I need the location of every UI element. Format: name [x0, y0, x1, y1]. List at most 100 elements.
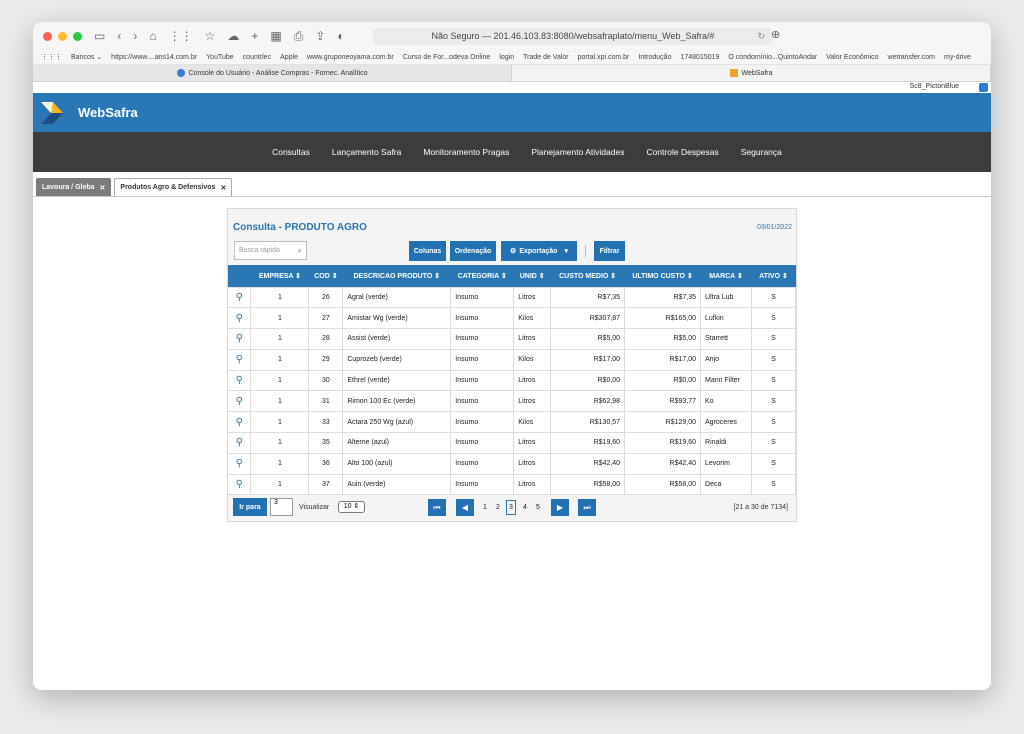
- nav-item-planejamento-atividades[interactable]: Planejamento Atividades: [531, 147, 624, 157]
- nav-item-seguranca[interactable]: Segurança: [741, 147, 782, 157]
- table-row[interactable]: ⚲ 1 33 Actara 250 Wg (azul) Insumo Kilos R$130…: [228, 411, 797, 434]
- sidebar-icon[interactable]: ▭: [94, 29, 105, 43]
- filtrar-button[interactable]: Filtrar: [594, 241, 625, 261]
- close-window-button[interactable]: [43, 31, 52, 41]
- bookmark-item[interactable]: O condomínio...QuintoAndar: [728, 54, 817, 61]
- bookmark-item[interactable]: portal.xpi.com.br: [578, 54, 630, 61]
- skin-selector-icon[interactable]: [979, 83, 988, 92]
- nav-item-lancamento-safra[interactable]: Lançamento Safra: [332, 147, 401, 157]
- share-icon[interactable]: ⇪: [315, 29, 325, 43]
- table-row[interactable]: ⚲ 1 27 Amistar Wg (verde) Insumo Kilos R$307,8…: [228, 307, 797, 330]
- page-1[interactable]: 1: [483, 504, 487, 511]
- cell-ultimo-custo: R$129,00: [624, 411, 702, 434]
- bookmark-item[interactable]: Apple: [280, 54, 298, 61]
- shield-icon[interactable]: ◐: [337, 29, 344, 43]
- nav-item-consultas[interactable]: Consultas: [272, 147, 310, 157]
- back-icon[interactable]: ‹: [117, 29, 121, 43]
- bookmark-item[interactable]: countrlec: [243, 54, 271, 61]
- bookmark-item[interactable]: wetransfer.com: [888, 54, 935, 61]
- view-record-icon[interactable]: ⚲: [228, 411, 252, 434]
- header-empresa[interactable]: EMPRESA ⇕: [251, 265, 309, 287]
- nav-item-monitoramento-pragas[interactable]: Monitoramento Pragas: [423, 147, 509, 157]
- table-row[interactable]: ⚲ 1 37 Auin (verde) Insumo Litros R$58,00 R$58,…: [228, 473, 797, 496]
- view-record-icon[interactable]: ⚲: [228, 452, 252, 475]
- nav-item-controle-despesas[interactable]: Controle Despesas: [646, 147, 718, 157]
- last-page-icon[interactable]: ⏭: [578, 499, 596, 516]
- next-page-icon[interactable]: ▶: [551, 499, 569, 516]
- bookmark-item[interactable]: my-drive: [944, 54, 971, 61]
- app-tab-lavoura[interactable]: Lavoura / Gleba ✕: [36, 178, 112, 196]
- tab-overview-icon[interactable]: ▦: [270, 29, 281, 43]
- close-icon[interactable]: ✕: [220, 184, 226, 192]
- table-row[interactable]: ⚲ 1 31 Rimon 100 Ec (verde) Insumo Litros R$62…: [228, 390, 797, 413]
- bookmark-item[interactable]: login: [499, 54, 514, 61]
- address-text: Não Seguro — 201.46.103.83:8080/websafra…: [431, 31, 715, 41]
- page-size-select[interactable]: 10 ⇕: [338, 501, 365, 513]
- bookmark-item[interactable]: Curso de For...odeva Online: [403, 54, 491, 61]
- close-icon[interactable]: ✕: [100, 184, 106, 192]
- bookmark-item[interactable]: https://www....ans14.com.br: [111, 54, 197, 61]
- page-5[interactable]: 5: [536, 504, 540, 511]
- colunas-button[interactable]: Colunas: [409, 241, 446, 261]
- zoom-window-button[interactable]: [73, 31, 82, 41]
- search-input[interactable]: Busca rápida ⌕: [234, 241, 307, 260]
- view-record-icon[interactable]: ⚲: [228, 390, 252, 413]
- forward-icon[interactable]: ›: [133, 29, 137, 43]
- star-icon[interactable]: ☆: [205, 29, 216, 43]
- reload-icon[interactable]: ↻: [757, 28, 765, 45]
- table-row[interactable]: ⚲ 1 29 Cuprozeb (verde) Insumo Kilos R$17,00 R$…: [228, 348, 797, 371]
- table-row[interactable]: ⚲ 1 28 Assist (verde) Insumo Litros R$5,00 R$5,…: [228, 328, 797, 350]
- home-icon[interactable]: ⌂: [149, 29, 156, 43]
- new-tab-icon[interactable]: +: [251, 29, 258, 43]
- download-icon[interactable]: ⊕: [771, 28, 780, 41]
- apps-icon[interactable]: ⋮⋮⋮: [41, 53, 62, 61]
- header-unid[interactable]: UNID ⇕: [514, 265, 551, 287]
- exportacao-button[interactable]: ⚙ Exportação ▾: [501, 241, 577, 261]
- go-to-page-input[interactable]: 3: [270, 498, 293, 516]
- table-row[interactable]: ⚲ 1 30 Ethrel (verde) Insumo Litros R$0,00 R$0,…: [228, 369, 797, 392]
- view-record-icon[interactable]: ⚲: [228, 348, 252, 371]
- bookmark-item[interactable]: Trade de Valor: [523, 54, 569, 61]
- cell-cod: 29: [308, 348, 344, 371]
- bookmark-item[interactable]: Introdução: [638, 54, 671, 61]
- bookmark-item[interactable]: Bancos ⌄: [71, 53, 102, 61]
- browser-tab-websafra[interactable]: WebSafra: [512, 65, 991, 81]
- table-row[interactable]: ⚲ 1 26 Agral (verde) Insumo Litros R$7,35 R$7,3…: [228, 286, 797, 309]
- address-bar[interactable]: Não Seguro — 201.46.103.83:8080/websafra…: [373, 28, 773, 45]
- header-cod[interactable]: COD ⇕: [309, 265, 343, 287]
- prev-page-icon[interactable]: ◀: [456, 499, 474, 516]
- header-ultimo-custo[interactable]: ULTIMO CUSTO ⇕: [625, 265, 701, 287]
- panel-date: 03/01/2022: [756, 224, 792, 231]
- print-icon[interactable]: ⎙: [294, 29, 304, 44]
- grid-icon[interactable]: ⋮⋮: [169, 29, 193, 43]
- bookmark-item[interactable]: www.gruponeoyama.com.br: [307, 54, 394, 61]
- table-row[interactable]: ⚲ 1 35 Alterne (azul) Insumo Litros R$19,60 R$1…: [228, 432, 797, 454]
- bookmark-item[interactable]: YouTube: [206, 54, 234, 61]
- ordenacao-button[interactable]: Ordenação: [450, 241, 496, 261]
- header-custo-medio[interactable]: CUSTO MEDIO ⇕: [551, 265, 625, 287]
- table-row[interactable]: ⚲ 1 36 Alto 100 (azul) Insumo Litros R$42,40 R$…: [228, 452, 797, 475]
- bookmark-item[interactable]: 1748015019: [680, 54, 719, 61]
- cell-ativo: S: [750, 307, 797, 330]
- bookmark-item[interactable]: Valor Econômico: [826, 54, 878, 61]
- header-marca[interactable]: MARCA ⇕: [701, 265, 752, 287]
- header-ativo[interactable]: ATIVO ⇕: [751, 265, 795, 287]
- view-record-icon[interactable]: ⚲: [228, 432, 252, 454]
- page-2[interactable]: 2: [496, 504, 500, 511]
- page-4[interactable]: 4: [523, 504, 527, 511]
- page-3-current[interactable]: 3: [506, 500, 516, 515]
- minimize-window-button[interactable]: [58, 31, 67, 41]
- view-record-icon[interactable]: ⚲: [228, 369, 252, 392]
- view-record-icon[interactable]: ⚲: [228, 328, 252, 350]
- view-record-icon[interactable]: ⚲: [228, 286, 252, 309]
- view-record-icon[interactable]: ⚲: [228, 473, 252, 496]
- view-record-icon[interactable]: ⚲: [228, 307, 252, 330]
- first-page-icon[interactable]: ⏮: [428, 499, 446, 516]
- go-to-page-button[interactable]: Ir para: [233, 498, 267, 516]
- browser-tab-console[interactable]: Console do Usuário - Análise Compras - F…: [33, 65, 512, 81]
- app-tab-produtos[interactable]: Produtos Agro & Defensivos ✕: [114, 178, 233, 196]
- search-icon[interactable]: ⌕: [298, 242, 302, 259]
- header-descricao[interactable]: DESCRICAO PRODUTO ⇕: [343, 265, 451, 287]
- cloud-icon[interactable]: ☁: [227, 29, 239, 43]
- header-categoria[interactable]: CATEGORIA ⇕: [451, 265, 514, 287]
